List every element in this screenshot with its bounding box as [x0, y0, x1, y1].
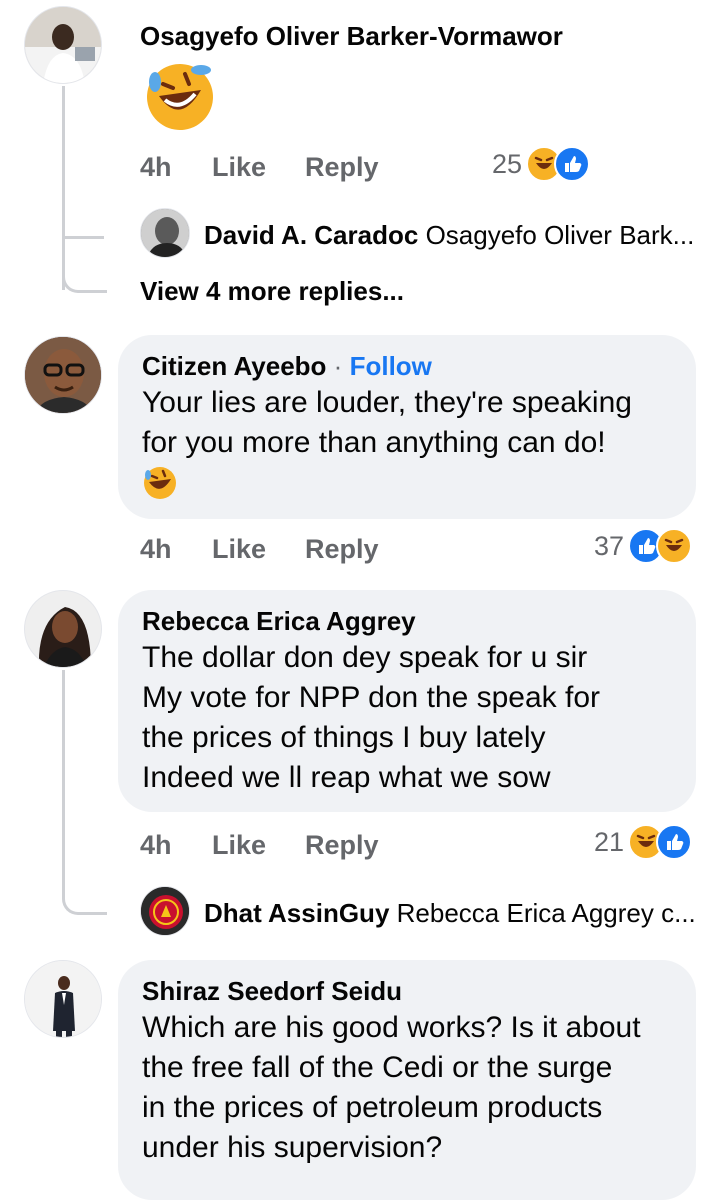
avatar-rebecca[interactable]: [24, 590, 102, 668]
reply-connector: [62, 200, 104, 239]
avatar-dhat-assinguy[interactable]: [140, 886, 190, 936]
like-button[interactable]: Like: [212, 830, 266, 861]
reply-text: Osagyefo Oliver Bark...: [425, 220, 695, 250]
comment-author[interactable]: Citizen Ayeebo: [142, 351, 326, 381]
reply-text: Rebecca Erica Aggrey c...: [396, 898, 696, 928]
comment-bubble: Citizen Ayeebo · Follow Your lies are lo…: [118, 335, 696, 519]
like-button[interactable]: Like: [212, 534, 266, 565]
reply-row[interactable]: Dhat AssinGuy Rebecca Erica Aggrey c...: [204, 898, 696, 929]
comment-text-line: the free fall of the Cedi or the surge: [142, 1051, 613, 1084]
rofl-emoji-icon: [142, 465, 178, 501]
thread-line: [62, 670, 65, 880]
comment-author[interactable]: Rebecca Erica Aggrey: [142, 604, 672, 638]
reaction-count: 21: [594, 826, 625, 857]
comment-time[interactable]: 4h: [140, 830, 172, 861]
reaction-summary[interactable]: 21: [594, 824, 693, 860]
comment-author[interactable]: Shiraz Seedorf Seidu: [142, 974, 672, 1008]
comment-time[interactable]: 4h: [140, 152, 172, 183]
comment-header: Citizen Ayeebo · Follow: [142, 349, 672, 383]
reply-button[interactable]: Reply: [305, 534, 379, 565]
view-more-replies[interactable]: View 4 more replies...: [140, 276, 404, 307]
reply-connector: [62, 876, 107, 915]
reply-author[interactable]: David A. Caradoc: [204, 220, 418, 250]
avatar-david[interactable]: [140, 208, 190, 258]
comment-bubble: Rebecca Erica Aggrey The dollar don dey …: [118, 590, 696, 812]
like-button[interactable]: Like: [212, 152, 266, 183]
rofl-emoji-icon: [143, 60, 217, 134]
comment-text-line: under his supervision?: [142, 1131, 443, 1164]
comment-text-line: in the prices of petroleum products: [142, 1091, 603, 1124]
haha-reaction-icon: [656, 528, 693, 564]
like-reaction-icon: [554, 146, 591, 182]
comment-text-line: for you more than anything can do!: [142, 426, 606, 459]
comment-bubble: Shiraz Seedorf Seidu Which are his good …: [118, 960, 696, 1200]
comment-text-line: Your lies are louder, they're speaking: [142, 386, 632, 419]
reply-row[interactable]: David A. Caradoc Osagyefo Oliver Bark...: [204, 220, 694, 251]
comment-text-line: My vote for NPP don the speak for: [142, 681, 601, 714]
comment-actions: 4h Like Reply: [140, 534, 440, 566]
reaction-count: 37: [594, 530, 625, 561]
reply-author[interactable]: Dhat AssinGuy: [204, 898, 389, 928]
reply-button[interactable]: Reply: [305, 830, 379, 861]
avatar-osagyefo[interactable]: [24, 6, 102, 84]
avatar-citizen-ayeebo[interactable]: [24, 336, 102, 414]
comment-actions: 4h Like Reply: [140, 152, 440, 184]
reaction-summary[interactable]: 37: [594, 528, 693, 564]
comment-text-line: the prices of things I buy lately: [142, 721, 546, 754]
comment-time[interactable]: 4h: [140, 534, 172, 565]
separator-dot: ·: [333, 351, 343, 381]
reply-button[interactable]: Reply: [305, 152, 379, 183]
comment-text-line: Which are his good works? Is it about: [142, 1011, 641, 1044]
comment-actions: 4h Like Reply: [140, 830, 440, 862]
like-reaction-icon: [656, 824, 693, 860]
avatar-shiraz[interactable]: [24, 960, 102, 1038]
comment-text-line: Indeed we ll reap what we sow: [142, 761, 551, 794]
view-more-connector: [62, 254, 107, 293]
comment-text-line: The dollar don dey speak for u sir: [142, 641, 588, 674]
reaction-count: 25: [492, 148, 523, 179]
follow-button[interactable]: Follow: [350, 351, 432, 381]
comment-author[interactable]: Osagyefo Oliver Barker-Vormawor: [140, 21, 563, 52]
reaction-summary[interactable]: 25: [492, 146, 591, 182]
